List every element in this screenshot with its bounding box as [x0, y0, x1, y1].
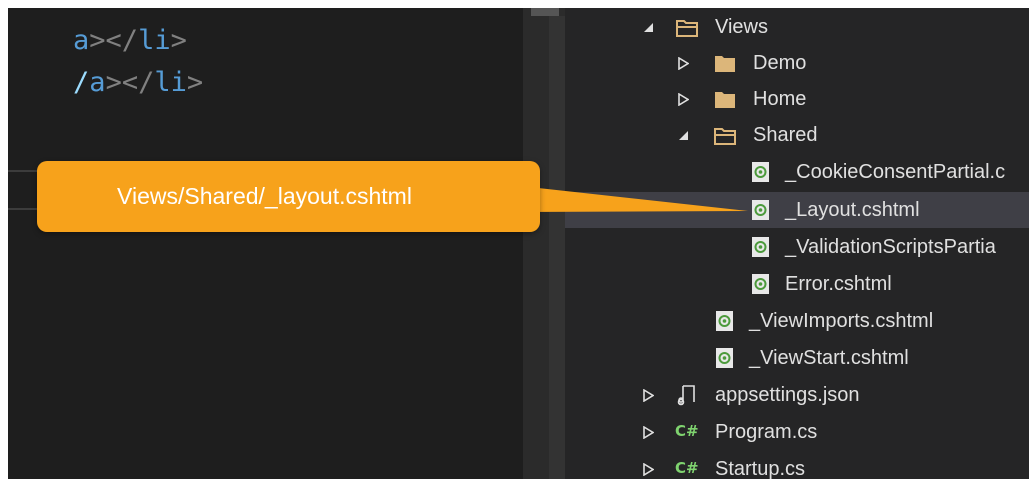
callout-text: Views/Shared/_layout.cshtml	[117, 183, 412, 209]
callout-pointer	[520, 186, 748, 212]
callout-annotation: Views/Shared/_layout.cshtml	[37, 161, 540, 232]
